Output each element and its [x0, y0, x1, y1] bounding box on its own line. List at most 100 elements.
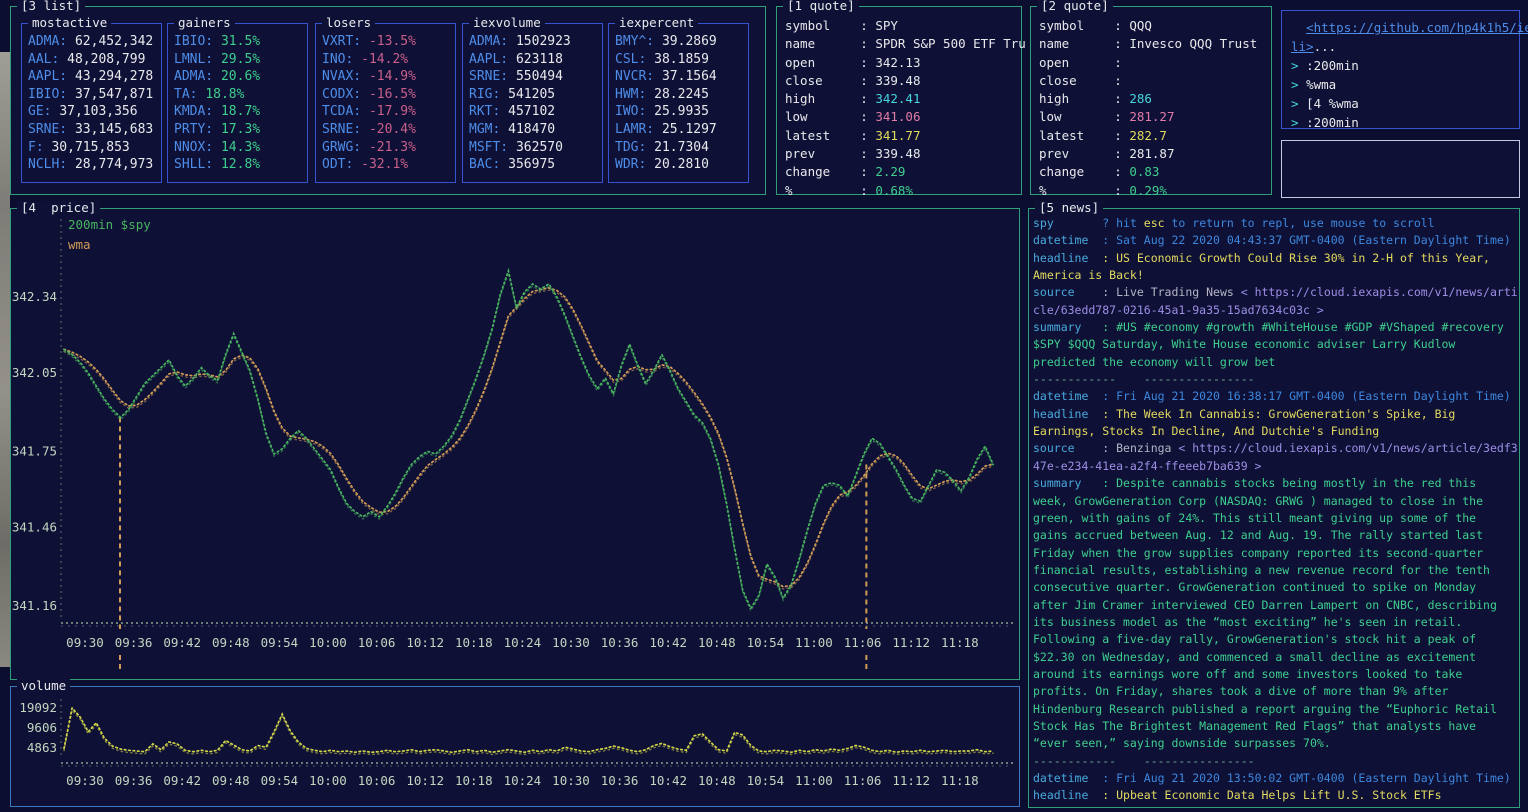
list-box-mostactive: mostactive ADMA: 62,452,342 AAL: 48,208,79… [21, 16, 162, 183]
list-row-value: -21.3% [368, 139, 416, 155]
news-segment: source [1033, 285, 1103, 300]
volume-x-tick: 11:12 [892, 773, 930, 788]
quote-field-value: 281.87 [1129, 146, 1175, 162]
quote-field-label: % : [785, 182, 876, 198]
list-row-value: 457102 [508, 104, 556, 120]
news-segment: after Jim Cramer interviewed CEO Darren … [1033, 597, 1497, 612]
list-row-value: 37,547,871 [74, 86, 154, 102]
list-row-value: 17.3% [220, 121, 261, 137]
list-row-symbol: BMY^: [615, 34, 662, 49]
news-segment: its business model as the “most exciting… [1033, 614, 1463, 629]
quote-field-label: name : [785, 36, 876, 52]
list-row: ADMA: 20.6% [168, 68, 307, 86]
news-segment: Following a five-day rally, GrowGenerati… [1033, 632, 1477, 647]
list-row-value: 37,103,356 [59, 104, 138, 120]
list-row: SHLL: 12.8% [168, 156, 307, 174]
price-x-tick: 09:42 [163, 635, 201, 650]
list-row: IBIO: 31.5% [168, 33, 307, 51]
news-segment: Stock Has The Brightest Management Red F… [1033, 718, 1477, 733]
volume-x-tick: 09:48 [212, 773, 250, 788]
price-x-tick: 11:18 [941, 635, 979, 650]
news-segment: source [1033, 441, 1103, 456]
desktop-background [0, 52, 10, 667]
list-row: VXRT: -13.5% [316, 33, 455, 51]
quote-field-value: 342.41 [875, 91, 921, 107]
list-row-value: -14.9% [368, 69, 416, 85]
quote-row-prev: prev : 281.87 [1031, 145, 1271, 163]
volume-x-tick: 11:00 [795, 773, 833, 788]
repl-input-box[interactable] [1281, 140, 1520, 198]
volume-x-tick: 09:36 [115, 773, 153, 788]
quote-field-value: SPDR S&P 500 ETF Tru [875, 36, 1026, 52]
volume-y-tick: 19092 [19, 700, 57, 715]
list-row-value: 38.1859 [654, 51, 709, 67]
list-row-value: 25.1297 [661, 121, 717, 137]
legend-wma-series: wma [68, 237, 91, 252]
list-box-title: iexvolume [469, 16, 545, 30]
list-box-iexpercent: iexpercent BMY^: 39.2869 CSL: 38.1859 NVCR:… [608, 16, 749, 183]
list-row-symbol: VXRT: [322, 34, 369, 49]
news-segment: headline [1033, 406, 1103, 421]
quote-field-value: 342.13 [875, 54, 921, 70]
quote-field-label: close : [785, 72, 876, 88]
news-segment: financial results, establishing a new re… [1033, 562, 1490, 577]
news-line: $22.30 on Wednesday, and commenced a sma… [1033, 649, 1517, 666]
quote-row-latest: latest : 282.7 [1031, 127, 1271, 145]
list-row-value: 1502923 [515, 34, 571, 49]
list-row-symbol: NNOX: [174, 139, 221, 155]
quote-row-high: high : 286 [1031, 90, 1271, 108]
quote-field-label: close : [1039, 72, 1130, 88]
news-segment: : Sat Aug 22 2020 04:43:37 GMT-0400 (Eas… [1102, 233, 1511, 248]
quote-qqq-rows: symbol : QQQ name : Invesco QQQ Trust open… [1031, 7, 1271, 200]
list-row: IWO: 25.9935 [609, 103, 748, 121]
quote-panel-spy-title: [1 quote] [783, 0, 859, 13]
news-line: around its earnings wore off and some in… [1033, 666, 1517, 683]
prompt-icon: > [1291, 96, 1307, 111]
list-row-symbol: SRNE: [28, 121, 75, 137]
price-x-tick: 10:30 [552, 635, 590, 650]
news-panel[interactable]: [5 news] spy ? hit esc to return to repl… [1028, 201, 1520, 808]
quote-field-value: 281.27 [1129, 109, 1175, 125]
news-line: datetime : Fri Aug 21 2020 13:50:02 GMT-… [1033, 770, 1517, 787]
list-row-symbol: ODT: [322, 157, 362, 173]
list-row: AAPL: 623118 [463, 51, 602, 69]
list-row: MGM: 418470 [463, 121, 602, 139]
news-segment: Hindenburg Research published a report a… [1033, 701, 1497, 716]
list-row-symbol: RKT: [469, 104, 509, 120]
list-row-symbol: SRNE: [469, 69, 516, 85]
list-row: RKT: 457102 [463, 103, 602, 121]
price-chart: 342.34 342.05 341.75 341.46 341.16 09:30 09:36… [12, 217, 1013, 671]
list-row: CSL: 38.1859 [609, 51, 748, 69]
list-box-title: losers [322, 16, 376, 30]
volume-x-tick: 10:36 [601, 773, 639, 788]
news-segment: ? hit [1102, 216, 1144, 230]
quote-field-label: high : [1039, 91, 1130, 107]
list-row-value: 356975 [508, 157, 556, 173]
news-line: ------------ ---------------- [1033, 371, 1517, 388]
repl-history-line: > :200min [1282, 113, 1519, 132]
list-row-value: 29.5% [220, 51, 261, 67]
list-row-value: 12.8% [220, 157, 261, 173]
news-line: gains accrued between Aug. 12 and Aug. 1… [1033, 527, 1517, 544]
list-row-symbol: PRTY: [174, 121, 221, 137]
news-line: cle/63edd787-0216-45a1-9a35-15ad7634c03c… [1033, 302, 1517, 319]
github-link-wrap[interactable]: li> [1291, 39, 1314, 54]
news-body[interactable]: spy ? hit esc to return to repl, use mou… [1033, 215, 1517, 805]
news-segment: ------------ ---------------- [1033, 372, 1255, 387]
list-row-symbol: LAMR: [615, 121, 662, 137]
volume-x-tick: 11:06 [844, 773, 882, 788]
volume-x-tick: 10:12 [406, 773, 444, 788]
quote-field-label: low : [1039, 109, 1130, 125]
repl-history-line: > %wma [1282, 75, 1519, 94]
news-line: 47e-e234-41ea-a2f4-ffeeeb7ba639 > [1033, 458, 1517, 475]
github-link[interactable]: <https://github.com/hp4k1h5/iexc [1306, 20, 1528, 35]
quote-row-low: low : 341.06 [777, 108, 1021, 126]
list-row-value: 18.7% [220, 104, 261, 120]
repl-history-panel: <https://github.com/hp4k1h5/iexc li>... > … [1281, 10, 1528, 132]
repl-history-line: > :200min [1282, 56, 1519, 75]
quote-row-%: % : 0.29% [1031, 182, 1271, 200]
list-row-value: 28,774,973 [74, 157, 154, 173]
quote-panel-spy: [1 quote] symbol : SPY name : SPDR S&P 50… [776, 0, 1026, 198]
volume-x-tick: 10:54 [747, 773, 785, 788]
quote-row-change: change : 2.29 [777, 163, 1021, 181]
